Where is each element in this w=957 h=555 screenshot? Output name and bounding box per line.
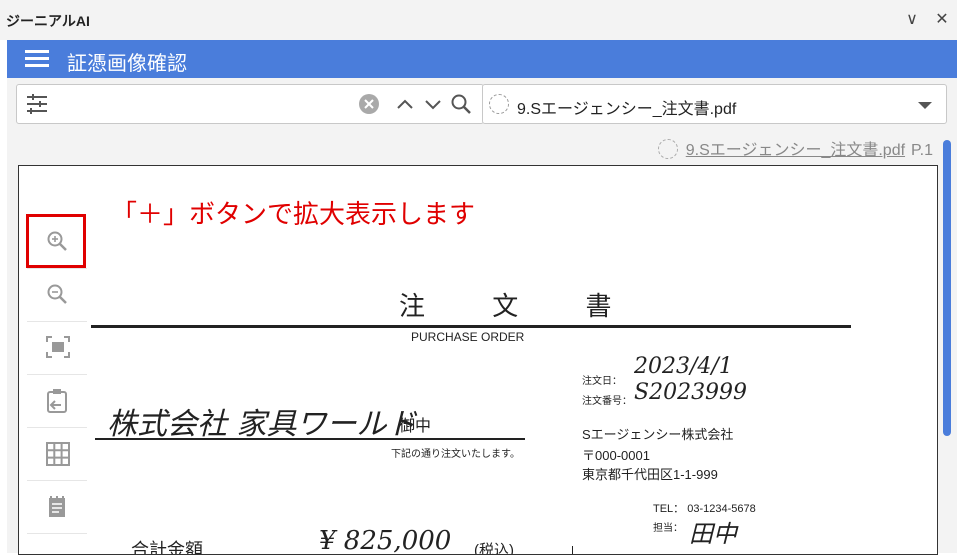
document-subtitle: PURCHASE ORDER <box>411 330 525 344</box>
search-box <box>16 84 484 124</box>
recipient-company: 株式会社 家具ワールド <box>107 407 417 442</box>
page-title: 証憑画像確認 <box>67 53 187 75</box>
order-date-value: 2023/4/1 <box>634 354 733 379</box>
clear-icon[interactable] <box>359 94 379 114</box>
paste-icon <box>47 389 67 413</box>
window-titlebar: ジーニアルAI ∨ ✕ <box>0 0 957 40</box>
person-label: 担当： <box>653 523 683 534</box>
order-number-value: S2023999 <box>634 380 748 405</box>
document-title: 注 文 書 <box>399 291 642 321</box>
table-divider <box>572 546 573 554</box>
chevron-down-icon[interactable] <box>422 93 444 115</box>
order-number-label: 注文番号： <box>582 396 632 407</box>
document-page: 「＋」ボタンで拡大表示します 注 文 書 PURCHASE ORDER 株式会社… <box>18 165 938 555</box>
file-link[interactable]: 9.Sエージェンシー_注文書.pdf <box>686 142 905 159</box>
zoom-out-icon <box>47 284 67 304</box>
toolbar: 9.Sエージェンシー_注文書.pdf <box>7 78 957 130</box>
grid-button[interactable] <box>27 428 87 481</box>
person-name: 田中 <box>689 520 737 548</box>
file-select-dropdown[interactable]: 9.Sエージェンシー_注文書.pdf <box>482 84 947 124</box>
fit-page-icon <box>46 336 70 358</box>
order-note: 下記の通り注文いたします。 <box>391 449 520 460</box>
recipient-suffix: 御中 <box>399 418 432 435</box>
annotation-text: 「＋」ボタンで拡大表示します <box>111 199 476 229</box>
notepad-icon <box>49 496 65 517</box>
total-label: 合計金額 <box>131 540 203 555</box>
fit-page-button[interactable] <box>27 322 87 375</box>
zoom-out-button[interactable] <box>27 269 87 322</box>
recipient-rule <box>95 438 525 440</box>
total-amount: ¥ 825,000 <box>319 526 452 555</box>
zoom-toolbar <box>26 214 87 534</box>
zoom-in-icon <box>47 231 67 251</box>
file-page-label: 9.Sエージェンシー_注文書.pdf P.1 <box>657 136 933 160</box>
caret-down-icon <box>918 102 932 109</box>
notepad-button[interactable] <box>27 481 87 534</box>
order-date-label: 注文日： <box>582 376 622 387</box>
loading-icon <box>657 139 678 159</box>
hamburger-menu-icon[interactable] <box>25 50 49 68</box>
panel-header: 証憑画像確認 <box>7 40 957 78</box>
page-number: P.1 <box>911 142 933 159</box>
issuer-zip: 〒000-0001 <box>582 448 650 463</box>
chevron-up-icon[interactable] <box>394 93 416 115</box>
issuer-address: 東京都千代田区1-1-999 <box>582 467 718 482</box>
grid-icon <box>46 442 70 466</box>
filter-icon[interactable] <box>25 93 49 115</box>
issuer-name: Sエージェンシー株式会社 <box>582 427 734 442</box>
close-button[interactable]: ✕ <box>932 10 952 30</box>
loading-icon <box>489 94 509 114</box>
search-icon[interactable] <box>450 93 472 115</box>
paste-button[interactable] <box>27 375 87 428</box>
document-viewer: 9.Sエージェンシー_注文書.pdf P.1 「＋」ボタンで拡大表示します 注 … <box>7 130 957 555</box>
zoom-in-button[interactable] <box>26 214 87 269</box>
app-title: ジーニアルAI <box>6 13 90 29</box>
collapse-button[interactable]: ∨ <box>902 10 922 30</box>
vertical-scrollbar[interactable] <box>943 140 951 436</box>
file-select-value: 9.Sエージェンシー_注文書.pdf <box>517 101 737 118</box>
title-rule <box>91 325 851 328</box>
search-input[interactable] <box>61 90 355 118</box>
